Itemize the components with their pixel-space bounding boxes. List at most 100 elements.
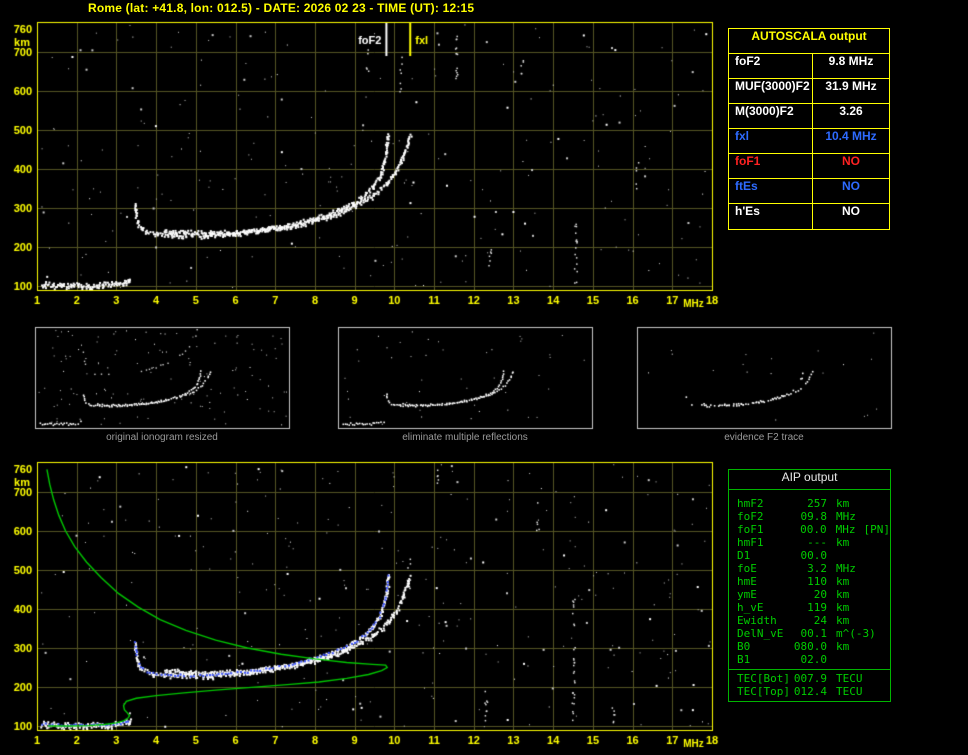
autoscala-param-label: ftEs bbox=[729, 179, 813, 203]
ionogram-plot bbox=[37, 22, 712, 290]
autoscala-row-M(3000)F2: M(3000)F2 3.26 bbox=[729, 104, 889, 129]
autoscala-param-label: M(3000)F2 bbox=[729, 104, 813, 128]
aip-param-value: 20 bbox=[813, 588, 827, 601]
aip-param-unit: TECU bbox=[836, 685, 863, 698]
aip-param-unit bbox=[827, 653, 836, 666]
aip-row-hmF1: hmF1 --- km bbox=[737, 536, 890, 549]
aip-row-foF2: foF2 09.8 MHz bbox=[737, 510, 890, 523]
thumbnail-f2-trace bbox=[637, 327, 891, 428]
aip-param-name: D1 bbox=[737, 549, 751, 562]
aip-param-value: 119 bbox=[807, 601, 827, 614]
aip-param-value: 09.8 bbox=[800, 510, 828, 523]
aip-param-unit: MHz bbox=[836, 510, 856, 523]
aip-param-value: 3.2 bbox=[807, 562, 827, 575]
thumbnail-caption-original: original ionogram resized bbox=[106, 432, 218, 443]
autoscala-row-foF2: foF2 9.8 MHz bbox=[729, 54, 889, 79]
autoscala-table-title: AUTOSCALA output bbox=[729, 29, 889, 54]
autoscala-row-foF1: foF1 NO bbox=[729, 154, 889, 179]
aip-separator bbox=[729, 669, 890, 670]
autoscala-param-label: h'Es bbox=[729, 204, 813, 229]
aip-param-value: 080.0 bbox=[793, 640, 827, 653]
aip-param-unit: km bbox=[836, 640, 850, 653]
aip-row-foE: foE 3.2 MHz bbox=[737, 562, 890, 575]
aip-param-unit: km bbox=[836, 536, 850, 549]
aip-param-value: 00.0 bbox=[800, 549, 828, 562]
autoscala-param-value: NO bbox=[842, 179, 860, 193]
station-title: Rome (lat: +41.8, lon: 012.5) - DATE: 20… bbox=[88, 1, 475, 15]
aip-tec-rows: TEC[Bot] 007.9 TECU TEC[Top] 012.4 TECU bbox=[729, 672, 890, 698]
aip-param-unit: km bbox=[836, 588, 850, 601]
aip-param-value: 012.4 bbox=[793, 685, 827, 698]
autoscala-row-MUF(3000)F2: MUF(3000)F2 31.9 MHz bbox=[729, 79, 889, 104]
autoscala-output-table: AUTOSCALA output foF2 9.8 MHz MUF(3000)F2 3… bbox=[728, 28, 890, 230]
aip-row-hmF2: hmF2 257 km bbox=[737, 497, 890, 510]
aip-param-name: DelN_vE bbox=[737, 627, 784, 640]
aip-param-value: 00.0 bbox=[800, 523, 827, 536]
aip-param-name: hmF1 bbox=[737, 536, 764, 549]
aip-output-table: AIP output hmF2 257 km foF2 09.8 MHz foF1 00.0 M… bbox=[728, 469, 891, 702]
aip-row-TEC[Top]: TEC[Top] 012.4 TECU bbox=[737, 685, 890, 698]
autoscala-param-value: NO bbox=[842, 204, 860, 218]
aip-table-title: AIP output bbox=[729, 470, 890, 490]
aip-param-unit: MHz bbox=[836, 562, 856, 575]
aip-param-name: Ewidth bbox=[737, 614, 777, 627]
thumbnail-no-multiple-reflections bbox=[338, 327, 592, 428]
aip-param-unit: km bbox=[836, 497, 850, 510]
aip-param-value: 24 bbox=[813, 614, 827, 627]
autoscala-row-h'Es: h'Es NO bbox=[729, 204, 889, 229]
autoscala-param-label: foF1 bbox=[729, 154, 813, 178]
autoscala-row-ftEs: ftEs NO bbox=[729, 179, 889, 204]
aip-param-unit: TECU bbox=[836, 672, 863, 685]
aip-row-ymE: ymE 20 km bbox=[737, 588, 890, 601]
aip-row-DelN_vE: DelN_vE 00.1 m^(-3) bbox=[737, 627, 890, 640]
thumbnail-caption-evidence-f2: evidence F2 trace bbox=[724, 432, 804, 443]
aip-param-name: hmF2 bbox=[737, 497, 764, 510]
aip-row-foF1: foF1 00.0 MHz [PN] bbox=[737, 523, 890, 536]
aip-row-h_vE: h_vE 119 km bbox=[737, 601, 890, 614]
aip-row-D1: D1 00.0 bbox=[737, 549, 890, 562]
aip-param-name: B1 bbox=[737, 653, 751, 666]
autoscala-param-value: 3.26 bbox=[839, 104, 863, 118]
aip-row-hmE: hmE 110 km bbox=[737, 575, 890, 588]
aip-row-TEC[Bot]: TEC[Bot] 007.9 TECU bbox=[737, 672, 890, 685]
autoscala-param-label: MUF(3000)F2 bbox=[729, 79, 813, 103]
aip-param-name: hmE bbox=[737, 575, 757, 588]
autoscala-param-value: NO bbox=[842, 154, 860, 168]
autoscala-param-label: foF2 bbox=[729, 54, 813, 78]
autoscala-row-fxl: fxl 10.4 MHz bbox=[729, 129, 889, 154]
aip-param-unit bbox=[827, 549, 836, 562]
thumbnail-original-ionogram bbox=[35, 327, 289, 428]
aip-param-name: h_vE bbox=[737, 601, 764, 614]
aip-param-value: 00.1 bbox=[800, 627, 828, 640]
aip-param-value: 110 bbox=[807, 575, 827, 588]
aip-row-Ewidth: Ewidth 24 km bbox=[737, 614, 890, 627]
aip-param-value: 257 bbox=[807, 497, 827, 510]
aip-param-unit: km bbox=[836, 575, 850, 588]
aip-param-name: TEC[Bot] bbox=[737, 672, 790, 685]
aip-param-name: foE bbox=[737, 562, 757, 575]
thumbnail-caption-eliminate-reflections: eliminate multiple reflections bbox=[402, 432, 528, 443]
aip-param-note: [PN] bbox=[863, 523, 891, 536]
aip-row-B0: B0 080.0 km bbox=[737, 640, 890, 653]
aip-param-name: B0 bbox=[737, 640, 751, 653]
aip-param-value: --- bbox=[807, 536, 827, 549]
aip-param-name: foF1 bbox=[737, 523, 764, 536]
autoscala-param-value: 9.8 MHz bbox=[828, 54, 874, 68]
aip-param-unit: m^(-3) bbox=[836, 627, 876, 640]
aip-row-B1: B1 02.0 bbox=[737, 653, 890, 666]
aip-param-unit: km bbox=[836, 601, 850, 614]
autoscala-param-value: 31.9 MHz bbox=[825, 79, 877, 93]
aip-param-unit: MHz bbox=[835, 523, 856, 536]
autoscala-param-label: fxl bbox=[729, 129, 813, 153]
aip-param-value: 02.0 bbox=[800, 653, 828, 666]
autoscala-param-value: 10.4 MHz bbox=[825, 129, 877, 143]
aip-param-unit: km bbox=[836, 614, 850, 627]
autoscala-table-rows: foF2 9.8 MHz MUF(3000)F2 31.9 MHz M(3000)F2 3… bbox=[729, 54, 889, 229]
aip-param-name: foF2 bbox=[737, 510, 764, 523]
aip-param-name: TEC[Top] bbox=[737, 685, 790, 698]
autoscala-window: Rome (lat: +41.8, lon: 012.5) - DATE: 20… bbox=[0, 0, 968, 755]
profile-plot bbox=[37, 462, 712, 730]
aip-table-rows: hmF2 257 km foF2 09.8 MHz foF1 00.0 MHz [PN] hmF1 -… bbox=[729, 490, 890, 666]
aip-param-name: ymE bbox=[737, 588, 757, 601]
aip-param-value: 007.9 bbox=[793, 672, 827, 685]
